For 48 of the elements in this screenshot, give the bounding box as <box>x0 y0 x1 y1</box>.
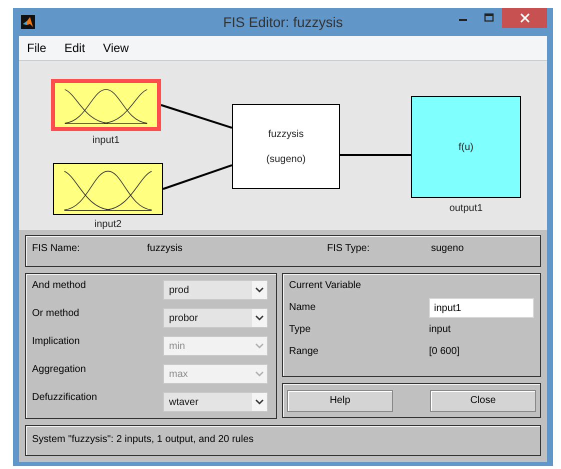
close-dialog-button[interactable]: Close <box>430 390 536 412</box>
window-title: FIS Editor: fuzzysis <box>223 14 343 30</box>
input-node[interactable] <box>51 79 161 131</box>
connector-line <box>162 164 232 190</box>
method-dropdown[interactable]: prod <box>163 280 268 300</box>
method-label: Or method <box>32 308 80 319</box>
method-label: And method <box>32 280 86 291</box>
menu-item[interactable]: File <box>27 41 46 55</box>
chevron-down-icon <box>255 399 264 405</box>
method-label: Aggregation <box>32 364 86 375</box>
method-dropdown[interactable]: wtaver <box>163 392 268 412</box>
type-value: input <box>429 324 452 334</box>
input-node[interactable] <box>53 163 163 215</box>
fis-type-label: FIS Type: <box>327 243 371 254</box>
output-function: f(u) <box>458 142 474 152</box>
chevron-down-icon <box>255 287 264 293</box>
system-type: (sugeno) <box>266 154 306 164</box>
fis-type-value: sugeno <box>431 243 464 254</box>
output-label: output1 <box>448 203 484 214</box>
app-logo-icon <box>21 15 35 29</box>
status-text: System "fuzzysis": 2 inputs, 1 output, and 20 rules <box>32 434 254 445</box>
system-name: fuzzysis <box>268 128 304 140</box>
menu-item[interactable]: Edit <box>64 41 86 55</box>
chevron-down-icon <box>255 343 264 349</box>
range-value: [0 600] <box>429 346 461 356</box>
name-field[interactable]: input1 <box>429 298 534 318</box>
method-label: Implication <box>32 336 80 347</box>
maximize-icon <box>484 13 494 23</box>
close-button[interactable] <box>502 8 547 28</box>
method-label: Defuzzification <box>32 392 98 403</box>
name-label: Name <box>289 302 317 312</box>
menu-item[interactable]: View <box>103 41 129 55</box>
input-label: input2 <box>93 219 123 230</box>
input-label: input1 <box>91 135 121 146</box>
chevron-down-icon <box>255 371 264 377</box>
panel-title: Current Variable <box>289 280 362 291</box>
type-label: Type <box>289 324 312 334</box>
help-button[interactable]: Help <box>287 390 393 412</box>
method-dropdown[interactable]: probor <box>163 308 268 328</box>
output-node[interactable]: f(u) <box>411 96 521 198</box>
chevron-down-icon <box>255 315 264 321</box>
range-label: Range <box>289 346 320 356</box>
connector-line <box>160 104 232 129</box>
close-icon <box>520 13 530 23</box>
system-node[interactable]: fuzzysis (sugeno) <box>232 104 340 189</box>
connector-line <box>340 154 411 156</box>
fis-name-value: fuzzysis <box>147 243 184 254</box>
fis-name-label: FIS Name: <box>32 243 81 254</box>
